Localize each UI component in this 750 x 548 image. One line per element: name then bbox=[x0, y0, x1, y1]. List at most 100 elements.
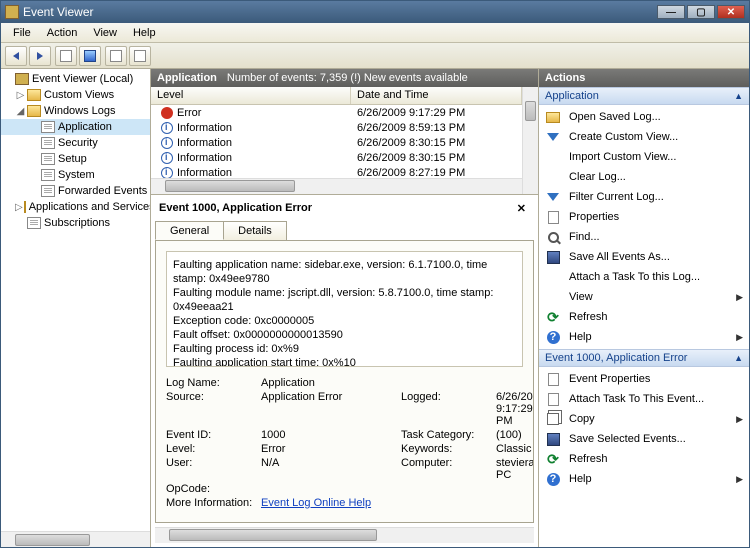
actions-section-application[interactable]: Application▲ bbox=[539, 87, 749, 105]
action-item[interactable]: ?Help▶ bbox=[539, 469, 749, 489]
action-label: Save All Events As... bbox=[569, 251, 670, 263]
action-item[interactable]: Attach a Task To this Log... bbox=[539, 267, 749, 287]
close-button[interactable]: ✕ bbox=[717, 5, 745, 19]
menu-help[interactable]: Help bbox=[125, 25, 164, 41]
detail-tabs: General Details bbox=[155, 221, 534, 240]
save-icon bbox=[547, 251, 560, 264]
event-log-online-help-link[interactable]: Event Log Online Help bbox=[261, 497, 371, 509]
event-row[interactable]: Information 6/26/2009 8:30:15 PM bbox=[151, 135, 522, 150]
toolbar-btn-2[interactable] bbox=[79, 46, 101, 66]
event-level: Error bbox=[177, 107, 201, 119]
tree[interactable]: Event Viewer (Local) ▷ Custom Views ◢ Wi… bbox=[1, 69, 150, 531]
action-item[interactable]: ?Help▶ bbox=[539, 327, 749, 347]
forward-button[interactable] bbox=[29, 46, 51, 66]
detail-hscroll[interactable] bbox=[155, 527, 534, 543]
save-icon bbox=[547, 433, 560, 446]
event-row[interactable]: Information6/26/2009 8:59:13 PM bbox=[151, 120, 522, 135]
tree-root[interactable]: Event Viewer (Local) bbox=[1, 71, 150, 87]
action-label: Filter Current Log... bbox=[569, 191, 664, 203]
k-logged: Logged: bbox=[401, 391, 496, 427]
v-computer: stevieray-PC bbox=[496, 457, 534, 481]
event-list-hscroll[interactable] bbox=[151, 178, 522, 194]
tab-general[interactable]: General bbox=[155, 221, 224, 240]
toolbar-btn-4[interactable] bbox=[129, 46, 151, 66]
minimize-button[interactable]: — bbox=[657, 5, 685, 19]
action-item[interactable]: Save All Events As... bbox=[539, 247, 749, 267]
actions-pane: Actions Application▲ Open Saved Log...Cr… bbox=[539, 69, 749, 547]
tree-application[interactable]: Application bbox=[1, 119, 150, 135]
action-item[interactable]: Attach Task To This Event... bbox=[539, 389, 749, 409]
k-user: User: bbox=[166, 457, 261, 481]
action-item[interactable]: ⟳Refresh bbox=[539, 449, 749, 469]
page-icon bbox=[548, 393, 559, 406]
submenu-arrow-icon: ▶ bbox=[736, 414, 743, 425]
event-level: Information bbox=[177, 137, 232, 149]
v-taskcat: (100) bbox=[496, 429, 534, 441]
tree-forwarded[interactable]: Forwarded Events bbox=[1, 183, 150, 199]
menu-view[interactable]: View bbox=[85, 25, 125, 41]
events-header-title: Application bbox=[157, 72, 217, 84]
tab-details[interactable]: Details bbox=[223, 221, 287, 240]
v-eventid: 1000 bbox=[261, 429, 401, 441]
action-item[interactable]: View▶ bbox=[539, 287, 749, 307]
back-button[interactable] bbox=[5, 46, 27, 66]
actions-section-event[interactable]: Event 1000, Application Error▲ bbox=[539, 349, 749, 367]
action-item[interactable]: ⟳Refresh bbox=[539, 307, 749, 327]
k-opcode: OpCode: bbox=[166, 483, 261, 495]
action-label: Copy bbox=[569, 413, 595, 425]
menu-file[interactable]: File bbox=[5, 25, 39, 41]
filter-icon bbox=[547, 193, 559, 201]
toolbar-btn-3[interactable] bbox=[105, 46, 127, 66]
submenu-arrow-icon: ▶ bbox=[736, 474, 743, 485]
tree-security[interactable]: Security bbox=[1, 135, 150, 151]
action-label: Save Selected Events... bbox=[569, 433, 686, 445]
action-item[interactable]: Event Properties bbox=[539, 369, 749, 389]
tree-hscroll[interactable] bbox=[1, 531, 150, 547]
event-detail-pane: Event 1000, Application Error ✕ General … bbox=[151, 195, 538, 547]
v-user: N/A bbox=[261, 457, 401, 481]
action-item[interactable]: Clear Log... bbox=[539, 167, 749, 187]
tree-apps-services[interactable]: ▷ Applications and Services Logs bbox=[1, 199, 150, 215]
action-item[interactable]: Find... bbox=[539, 227, 749, 247]
submenu-arrow-icon: ▶ bbox=[736, 332, 743, 343]
action-item[interactable]: Copy ▶ bbox=[539, 409, 749, 429]
event-row[interactable]: Error6/26/2009 9:17:29 PM bbox=[151, 105, 522, 120]
event-list-header[interactable]: Level Date and Time bbox=[151, 87, 522, 105]
tree-system[interactable]: System bbox=[1, 167, 150, 183]
event-date: 6/26/2009 8:30:15 PM bbox=[351, 137, 522, 149]
action-item[interactable]: Create Custom View... bbox=[539, 127, 749, 147]
tree-setup[interactable]: Setup bbox=[1, 151, 150, 167]
col-date[interactable]: Date and Time bbox=[351, 87, 522, 104]
action-item[interactable]: Filter Current Log... bbox=[539, 187, 749, 207]
tree-subscriptions[interactable]: Subscriptions bbox=[1, 215, 150, 231]
info-icon bbox=[161, 167, 173, 179]
info-icon bbox=[161, 122, 173, 134]
k-taskcat: Task Category: bbox=[401, 429, 496, 441]
event-row[interactable]: Information6/26/2009 8:27:19 PM bbox=[151, 165, 522, 178]
toolbar-btn-1[interactable] bbox=[55, 46, 77, 66]
event-list[interactable]: Level Date and Time Error6/26/2009 9:17:… bbox=[151, 87, 522, 194]
col-level[interactable]: Level bbox=[151, 87, 351, 104]
log-icon bbox=[41, 153, 55, 165]
v-keywords: Classic bbox=[496, 443, 534, 455]
v-opcode bbox=[261, 483, 401, 495]
action-label: Properties bbox=[569, 211, 619, 223]
action-item[interactable]: Open Saved Log... bbox=[539, 107, 749, 127]
page-icon bbox=[548, 211, 559, 224]
k-source: Source: bbox=[166, 391, 261, 427]
detail-close-button[interactable]: ✕ bbox=[513, 202, 530, 215]
tree-custom-views[interactable]: ▷ Custom Views bbox=[1, 87, 150, 103]
v-logged: 6/26/2009 9:17:29 PM bbox=[496, 391, 534, 427]
tree-windows-logs[interactable]: ◢ Windows Logs bbox=[1, 103, 150, 119]
actions-title: Actions bbox=[539, 69, 749, 87]
k-eventid: Event ID: bbox=[166, 429, 261, 441]
action-label: Help bbox=[569, 331, 592, 343]
action-item[interactable]: Save Selected Events... bbox=[539, 429, 749, 449]
event-list-vscroll[interactable] bbox=[522, 87, 538, 194]
menu-action[interactable]: Action bbox=[39, 25, 86, 41]
action-item[interactable]: Import Custom View... bbox=[539, 147, 749, 167]
event-level: Information bbox=[177, 122, 232, 134]
action-item[interactable]: Properties bbox=[539, 207, 749, 227]
event-row[interactable]: Information6/26/2009 8:30:15 PM bbox=[151, 150, 522, 165]
maximize-button[interactable]: ▢ bbox=[687, 5, 715, 19]
